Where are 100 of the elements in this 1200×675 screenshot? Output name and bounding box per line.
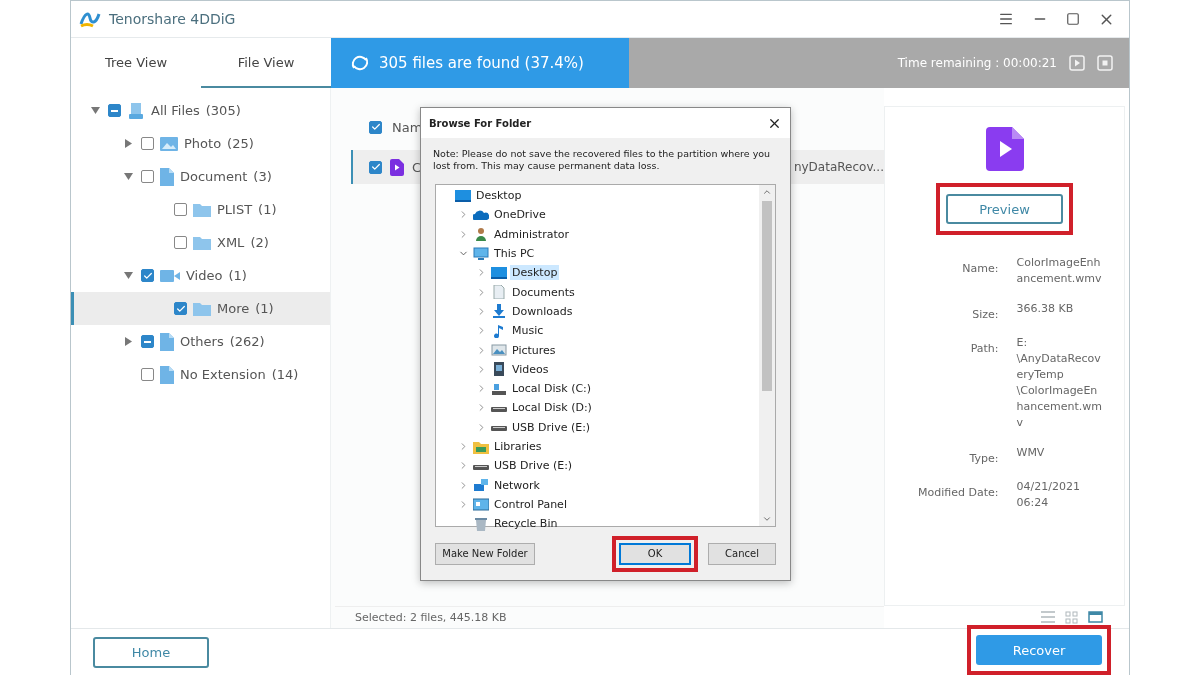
folder-item[interactable]: Desktop xyxy=(510,265,560,281)
home-button[interactable]: Home xyxy=(93,636,209,668)
folder-item[interactable]: Libraries xyxy=(492,439,544,454)
selection-status: Selected: 2 files, 445.18 KB xyxy=(335,606,884,628)
folder-item[interactable]: Administrator xyxy=(492,226,571,242)
cancel-button[interactable]: Cancel xyxy=(708,542,776,565)
play-icon[interactable] xyxy=(1069,55,1085,71)
logo-icon xyxy=(79,10,101,28)
folder-item[interactable]: Videos xyxy=(510,361,551,377)
menu-icon[interactable] xyxy=(998,11,1014,27)
user-icon xyxy=(473,227,489,242)
folder-item[interactable]: Recycle Bin xyxy=(492,516,560,532)
make-new-folder-button[interactable]: Make New Folder xyxy=(435,542,535,565)
time-remaining: Time remaining : 00:00:21 xyxy=(897,56,1057,70)
tree-label: Document xyxy=(180,169,248,184)
field-value: E: \AnyDataRecoveryTemp \ColorImageEnhancement.wmv xyxy=(1016,335,1103,431)
checkbox[interactable] xyxy=(174,236,187,249)
warning-note: Note: Please do not save the recovered files to the partition where you lost from. This may cause permanent data loss. xyxy=(433,148,772,172)
monitor-icon xyxy=(473,246,489,261)
field-value: WMV xyxy=(1016,445,1046,461)
folder-item[interactable]: Desktop xyxy=(474,188,524,204)
item-count: (1) xyxy=(258,202,277,217)
grid-view-icon[interactable] xyxy=(1065,610,1078,624)
app-title: Tenorshare 4DDiG xyxy=(109,11,237,27)
document-icon xyxy=(491,285,507,300)
view-tab[interactable]: Tree View xyxy=(71,38,201,88)
document-icon xyxy=(160,167,174,186)
checkbox[interactable] xyxy=(141,170,154,183)
system-drive-icon xyxy=(491,381,507,396)
checkbox[interactable] xyxy=(174,203,187,216)
collapsed-icon[interactable] xyxy=(124,139,132,148)
folder-item[interactable]: Local Disk (D:) xyxy=(510,400,594,416)
scrollbar[interactable] xyxy=(759,185,775,526)
video-file-icon xyxy=(985,127,1024,171)
expanded-icon[interactable] xyxy=(90,107,100,114)
scroll-down-icon[interactable] xyxy=(762,514,772,524)
item-count: (14) xyxy=(271,367,299,382)
document-icon xyxy=(160,332,174,351)
checkbox[interactable] xyxy=(174,302,187,315)
tree-item[interactable]: More (1) xyxy=(71,292,330,325)
tree-item[interactable]: Others (262) xyxy=(71,325,330,358)
checkbox[interactable] xyxy=(141,335,154,348)
drive-icon xyxy=(127,101,145,120)
list-view-icon[interactable] xyxy=(1041,611,1055,623)
drive-icon xyxy=(473,464,489,470)
image-icon xyxy=(491,343,507,357)
folder-item[interactable]: USB Drive (E:) xyxy=(492,458,575,474)
tree-item[interactable]: PLIST (1) xyxy=(71,193,330,226)
tree-label: XML xyxy=(217,235,245,250)
dialog-title: Browse For Folder xyxy=(429,117,532,129)
preview-button[interactable]: Preview xyxy=(946,194,1063,224)
item-count: (3) xyxy=(253,169,272,184)
tree-item[interactable]: Photo (25) xyxy=(71,127,330,160)
checkbox[interactable] xyxy=(369,160,382,174)
checkbox[interactable] xyxy=(108,104,121,117)
folder-icon xyxy=(193,301,211,316)
tree-item[interactable]: All Files (305) xyxy=(71,94,330,127)
film-icon xyxy=(491,362,507,377)
library-icon xyxy=(473,439,489,454)
folder-item[interactable]: Pictures xyxy=(510,342,558,358)
drive-icon xyxy=(491,406,507,412)
file-path: nyDataRecov... xyxy=(793,160,884,174)
document-icon xyxy=(160,365,174,384)
folder-icon xyxy=(193,202,211,217)
checkbox[interactable] xyxy=(141,137,154,150)
tree-label: Others xyxy=(180,334,224,349)
item-count: (25) xyxy=(227,136,254,151)
stop-icon[interactable] xyxy=(1097,55,1113,71)
tree-item[interactable]: Document (3) xyxy=(71,160,330,193)
collapsed-icon[interactable] xyxy=(124,337,132,346)
checkbox[interactable] xyxy=(141,269,154,282)
folder-item[interactable]: Control Panel xyxy=(492,496,569,512)
checkbox[interactable] xyxy=(369,120,382,134)
folder-item[interactable]: Downloads xyxy=(510,303,575,319)
download-icon xyxy=(491,304,507,319)
ok-button[interactable]: OK xyxy=(619,542,691,565)
field-label: Type: xyxy=(968,451,999,465)
tree-item[interactable]: Video (1) xyxy=(71,259,330,292)
field-value: 366.38 KB xyxy=(1016,301,1075,317)
tree-label: Video xyxy=(186,268,223,283)
expanded-icon[interactable] xyxy=(123,272,133,279)
folder-item[interactable]: This PC xyxy=(492,246,537,262)
expanded-icon[interactable] xyxy=(123,173,133,180)
folder-item[interactable]: Local Disk (C:) xyxy=(510,381,594,397)
folder-item[interactable]: USB Drive (E:) xyxy=(510,419,593,435)
folder-item[interactable]: Music xyxy=(510,323,546,339)
item-count: (305) xyxy=(205,103,241,118)
scroll-up-icon[interactable] xyxy=(762,187,772,197)
tree-label: All Files xyxy=(151,103,200,118)
maximize-icon[interactable] xyxy=(1066,12,1080,26)
folder-item[interactable]: OneDrive xyxy=(492,207,548,223)
field-label: Path: xyxy=(969,341,999,357)
folder-item[interactable]: Documents xyxy=(510,284,577,300)
desktop-icon xyxy=(491,265,507,280)
checkbox[interactable] xyxy=(141,368,154,381)
tree-item[interactable]: XML (2) xyxy=(71,226,330,259)
preview-view-icon[interactable] xyxy=(1088,611,1103,623)
field-value: ColorImageEnhancement.wmv xyxy=(1016,255,1103,287)
tree-item[interactable]: No Extension (14) xyxy=(71,358,330,391)
folder-item[interactable]: Network xyxy=(492,477,542,493)
